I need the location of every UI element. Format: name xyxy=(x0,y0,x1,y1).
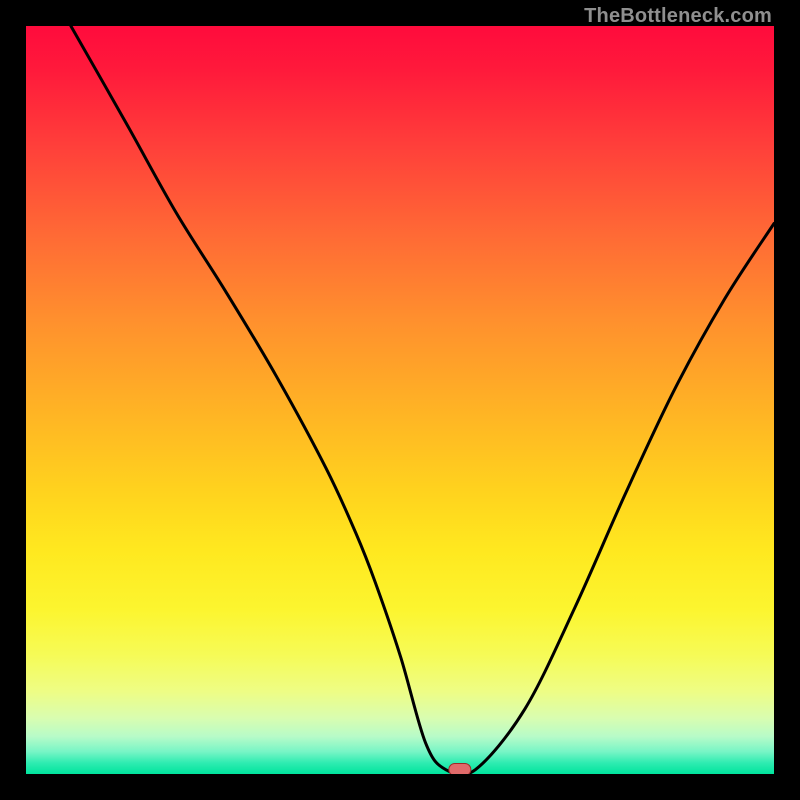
chart-frame: TheBottleneck.com xyxy=(0,0,800,800)
watermark-text: TheBottleneck.com xyxy=(584,5,772,28)
curve-layer xyxy=(26,26,774,774)
bottleneck-curve xyxy=(71,26,774,774)
optimum-marker xyxy=(449,764,471,774)
plot-area xyxy=(26,26,774,774)
